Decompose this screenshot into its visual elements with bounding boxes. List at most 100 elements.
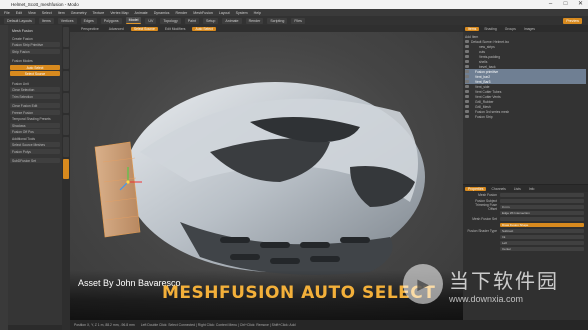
visibility-eye-icon[interactable] — [465, 75, 469, 78]
menu-item[interactable]: Dynamics — [154, 11, 170, 15]
panel-tool-button[interactable]: SubDFusion Set — [10, 158, 60, 163]
menu-item[interactable]: MeshFusion — [193, 11, 213, 15]
property-value[interactable]: Center — [500, 247, 584, 251]
vertical-tab-active[interactable] — [63, 159, 69, 179]
menu-item[interactable]: Render — [175, 11, 187, 15]
property-value[interactable]: Edge Wt Intersection — [500, 211, 584, 215]
toolbar-item[interactable]: Paint — [184, 17, 199, 24]
property-value[interactable] — [500, 217, 584, 221]
menu-item[interactable]: System — [236, 11, 248, 15]
viewport-tab[interactable]: Auto Select — [192, 26, 216, 31]
viewport-tab[interactable]: Advanced — [106, 27, 127, 31]
visibility-eye-icon[interactable] — [465, 105, 469, 108]
visibility-eye-icon[interactable] — [465, 80, 469, 83]
toolbar-item[interactable]: Edges — [80, 17, 97, 24]
tab-properties[interactable]: Properties — [465, 186, 487, 191]
toolbar-item[interactable]: Setup — [202, 17, 219, 24]
vertical-tab[interactable] — [63, 93, 69, 113]
menu-item[interactable]: Select — [42, 11, 52, 15]
vertical-tab[interactable] — [63, 137, 69, 157]
visibility-eye-icon[interactable] — [465, 95, 469, 98]
toolbar-item[interactable]: Polygons — [100, 17, 122, 24]
toolbar-item[interactable]: Scripting — [267, 17, 288, 24]
menu-item[interactable]: Item — [58, 11, 65, 15]
visibility-eye-icon[interactable] — [465, 115, 469, 118]
minimize-button[interactable]: – — [543, 0, 558, 9]
panel-tool-button[interactable]: Freeze Fusion — [10, 109, 60, 115]
item-list-row[interactable]: Fusion Strip — [465, 114, 586, 119]
menu-item[interactable]: Vertex Map — [110, 11, 128, 15]
visibility-eye-icon[interactable] — [465, 110, 469, 113]
property-value[interactable]: Left — [500, 241, 584, 245]
visibility-eye-icon[interactable] — [465, 70, 469, 73]
toolbar-item[interactable]: Render — [245, 17, 264, 24]
maximize-button[interactable]: □ — [558, 0, 573, 9]
panel-tool-button[interactable]: Clear Selection — [10, 87, 60, 92]
viewport-tab[interactable]: Edit Modifiers — [162, 27, 189, 31]
menu-item[interactable]: Edit — [16, 11, 22, 15]
visibility-eye-icon[interactable] — [465, 55, 469, 58]
mesh-fusion-panel: Mesh Fusion Create Fusion Fusion Strip Pr… — [8, 25, 62, 325]
panel-tool-button[interactable]: Auto Select — [10, 64, 60, 70]
property-label: Fusion Shader Type — [467, 229, 497, 233]
property-value[interactable]: Draw Fusion Shape — [500, 223, 584, 227]
property-value[interactable] — [500, 199, 584, 203]
close-button[interactable]: ✕ — [573, 0, 588, 9]
panel-tool-button[interactable]: Clear Fusion Edit — [10, 103, 60, 108]
properties-tabs: Properties Channels Lists Info — [463, 185, 588, 192]
item-list: Add Item Default Scene: Helmet.lxo new_st… — [463, 32, 588, 121]
property-value[interactable]: 0 mm — [500, 205, 584, 209]
property-value[interactable] — [500, 193, 584, 197]
viewport-tab[interactable]: Select Source — [130, 26, 158, 31]
toolbar-item[interactable]: Items — [38, 17, 54, 24]
visibility-eye-icon[interactable] — [465, 40, 469, 43]
visibility-eye-icon[interactable] — [465, 100, 469, 103]
item-label: bevel_back — [479, 64, 496, 69]
property-value[interactable]: Subtract — [500, 229, 584, 233]
tab-info[interactable]: Info — [526, 187, 538, 191]
menu-item[interactable]: Texture — [93, 11, 105, 15]
item-label: Vent_Bar3 — [475, 79, 491, 84]
toolbar-item[interactable]: Model — [125, 17, 142, 24]
vertical-tab[interactable] — [63, 71, 69, 91]
viewport-tab[interactable]: Perspective — [78, 27, 102, 31]
menu-item[interactable]: File — [4, 11, 10, 15]
property-value[interactable]: Int — [500, 235, 584, 239]
vertical-tab[interactable] — [63, 49, 69, 69]
tab-images[interactable]: Images — [521, 27, 538, 31]
visibility-eye-icon[interactable] — [465, 60, 469, 63]
menu-item[interactable]: View — [28, 11, 36, 15]
panel-tool-button[interactable]: Fusion Off Pos — [10, 129, 60, 134]
visibility-eye-icon[interactable] — [465, 50, 469, 53]
visibility-eye-icon[interactable] — [465, 90, 469, 93]
tab-items[interactable]: Items — [465, 26, 480, 31]
vertical-tab[interactable] — [63, 27, 69, 47]
panel-section-label: Temporal Shading Presets — [12, 117, 51, 121]
preview-button[interactable]: Preview — [563, 17, 582, 24]
menu-item[interactable]: Layout — [219, 11, 230, 15]
vertical-tab[interactable] — [63, 115, 69, 135]
panel-tool-button[interactable]: Fusion Strip Primitive — [10, 42, 60, 47]
toolbar-item[interactable]: Files — [291, 17, 305, 24]
item-label: new_strips — [479, 44, 495, 49]
visibility-eye-icon[interactable] — [465, 65, 469, 68]
vertical-tab-strip — [62, 25, 70, 330]
menu-item[interactable]: Geometry — [71, 11, 87, 15]
menu-item[interactable]: Animate — [135, 11, 148, 15]
visibility-eye-icon[interactable] — [465, 45, 469, 48]
menu-item[interactable]: Help — [254, 11, 261, 15]
panel-tool-button[interactable]: Select Source Meshes — [10, 142, 60, 147]
toolbar-item[interactable]: Animate — [222, 17, 242, 24]
toolbar-item[interactable]: Default Layouts — [4, 17, 35, 24]
toolbar-item[interactable]: Topology — [160, 17, 181, 24]
toolbar-item[interactable]: UV — [145, 17, 157, 24]
tab-shading[interactable]: Shading — [481, 27, 499, 31]
item-label: Fusion Strip — [475, 114, 493, 119]
visibility-eye-icon[interactable] — [465, 85, 469, 88]
toolbar-item[interactable]: Vertices — [57, 17, 77, 24]
panel-tool-button[interactable]: Shadows — [10, 122, 60, 128]
tab-groups[interactable]: Groups — [502, 27, 519, 31]
tab-channels[interactable]: Channels — [488, 187, 508, 191]
title-bar: Helmet_Scott_meshfusion - Modo – □ ✕ — [0, 0, 588, 9]
tab-lists[interactable]: Lists — [511, 187, 524, 191]
